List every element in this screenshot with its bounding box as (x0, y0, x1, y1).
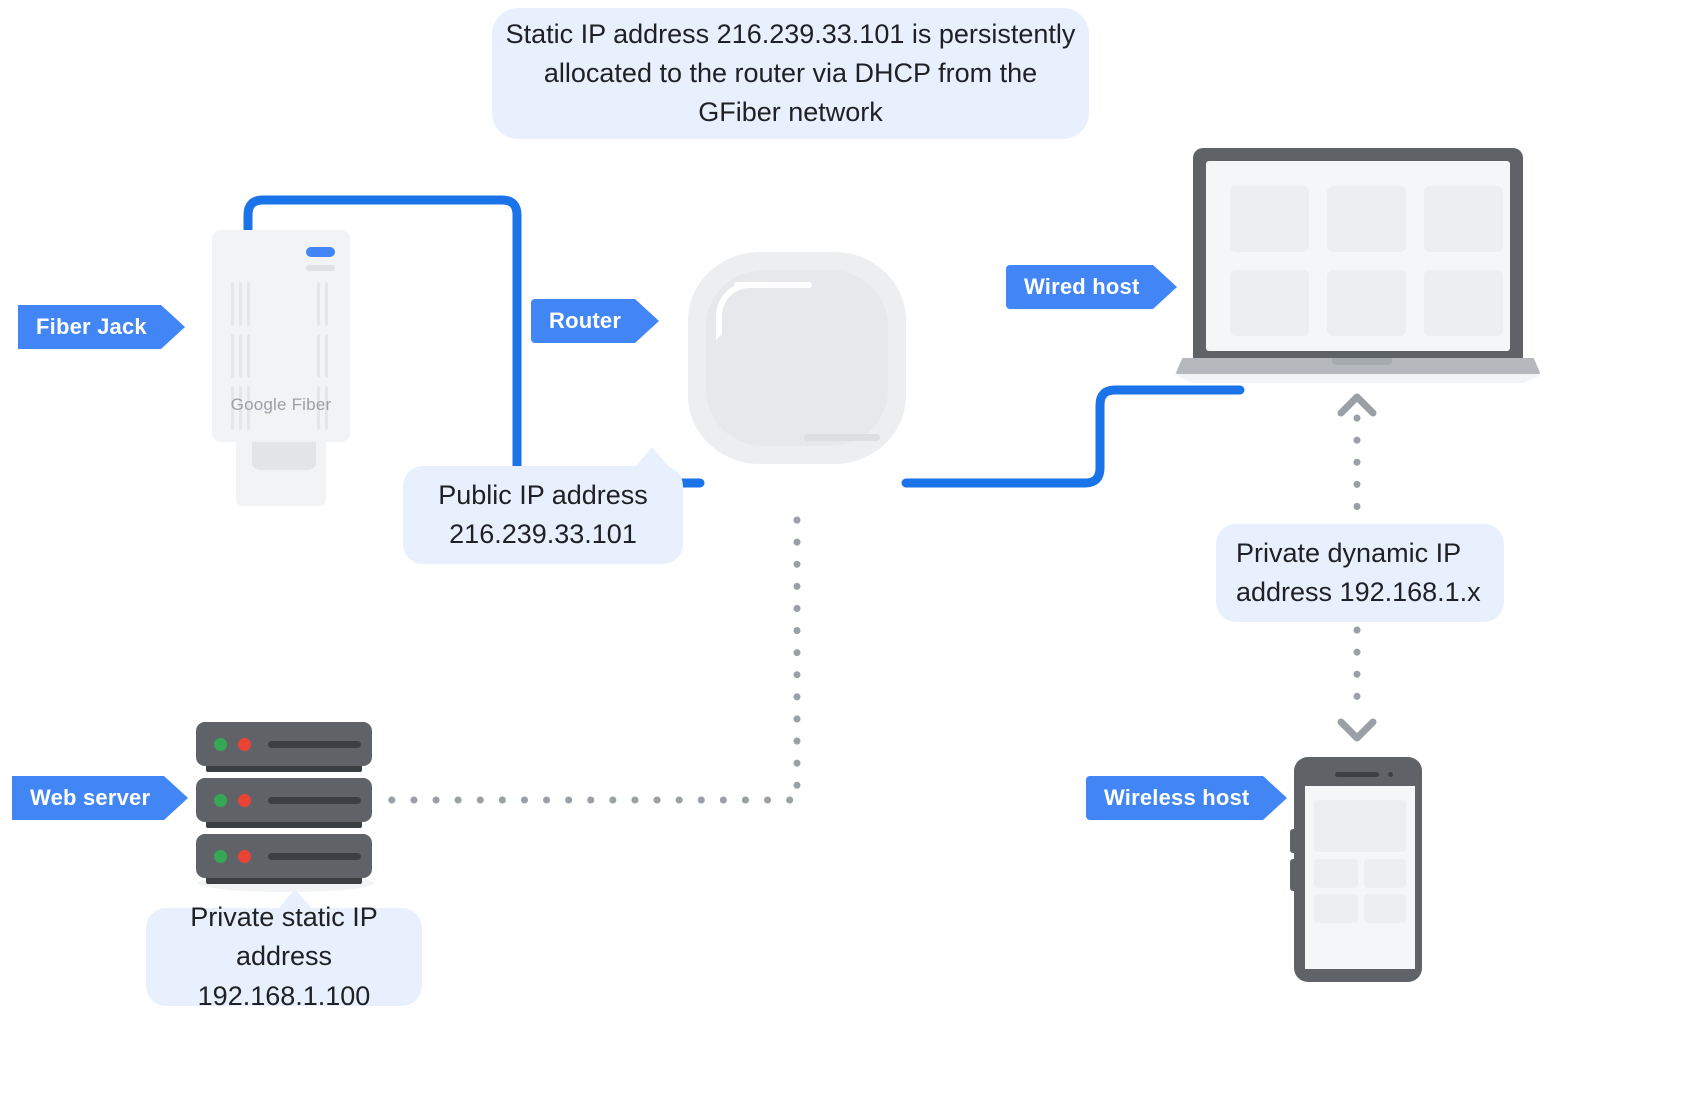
router-highlight (734, 282, 812, 288)
vent-line (247, 282, 250, 326)
tag-wired-host-label: Wired host (1024, 274, 1140, 299)
vent-line (317, 282, 320, 326)
static-ip-line-3: GFiber network (698, 97, 883, 128)
phone-device (1290, 757, 1422, 982)
private-static-ip-callout: Private static IP address 192.168.1.100 (146, 889, 422, 1011)
phone-volume-button (1290, 829, 1295, 853)
public-ip-callout: Public IP address 216.239.33.101 (403, 447, 683, 564)
laptop-shadow (1172, 374, 1544, 383)
vent-line (325, 282, 328, 326)
vent-line (231, 334, 234, 378)
phone-camera-icon (1388, 772, 1393, 777)
tag-wireless-host-label: Wireless host (1104, 785, 1250, 810)
screen-tile (1424, 186, 1503, 252)
fiber-jack-brand-label: Google Fiber (230, 395, 332, 414)
public-ip-line-2: 216.239.33.101 (449, 519, 637, 549)
fiber-jack-secondary-led (306, 265, 335, 271)
phone-tile (1314, 859, 1358, 888)
screen-tile (1230, 186, 1309, 252)
server-led-red (238, 850, 251, 863)
laptop-trackpad-notch (1332, 358, 1392, 365)
vent-line (325, 334, 328, 378)
server-led-green (214, 738, 227, 751)
vent-line (247, 334, 250, 378)
screen-tile (1424, 270, 1503, 336)
callout-tail (278, 889, 312, 909)
server-slot (268, 741, 361, 748)
router-base-strip (804, 434, 880, 441)
vent-line (239, 334, 242, 378)
vent-line (317, 334, 320, 378)
phone-tile (1314, 800, 1406, 852)
phone-speaker (1335, 772, 1379, 777)
callout-tail (635, 447, 669, 467)
arrow-down-icon (1337, 718, 1377, 742)
phone-tile (1314, 894, 1358, 923)
private-static-line-2: address 192.168.1.100 (197, 941, 371, 1011)
screen-tile (1327, 270, 1406, 336)
private-dynamic-ip-callout: Private dynamic IP address 192.168.1.x (1216, 524, 1504, 622)
screen-tile (1230, 270, 1309, 336)
laptop-device (1172, 148, 1544, 384)
server-led-red (238, 794, 251, 807)
static-ip-line-2: allocated to the router via DHCP from th… (543, 57, 1038, 88)
screen-tile (1327, 186, 1406, 252)
tag-fiber-jack[interactable]: Fiber Jack (18, 305, 185, 349)
private-dynamic-line-2: address 192.168.1.x (1236, 577, 1481, 607)
tag-router-label: Router (549, 308, 622, 333)
server-led-green (214, 794, 227, 807)
server-led-red (238, 738, 251, 751)
tag-wired-host[interactable]: Wired host (1006, 265, 1179, 309)
phone-tile (1364, 894, 1406, 923)
private-dynamic-line-1: Private dynamic IP (1236, 537, 1462, 568)
web-server-device (196, 722, 376, 894)
diagram-canvas: Google Fiber Fiber Jack Router Wired hos… (0, 0, 1682, 1097)
server-slot (268, 853, 361, 860)
phone-tile (1364, 859, 1406, 888)
fiber-jack-device: Google Fiber (212, 230, 362, 520)
fiber-jack-body: Google Fiber (212, 230, 350, 442)
arrow-up-icon (1337, 393, 1377, 417)
cable-router-to-laptop (901, 385, 1245, 488)
vent-line (231, 282, 234, 326)
tag-web-server-label: Web server (30, 785, 151, 810)
tag-router[interactable]: Router (531, 299, 660, 343)
server-slot (268, 797, 361, 804)
static-ip-line-1: Static IP address 216.239.33.101 is pers… (505, 18, 1076, 49)
tag-fiber-jack-label: Fiber Jack (36, 314, 147, 339)
static-ip-callout: Static IP address 216.239.33.101 is pers… (492, 8, 1089, 139)
server-led-green (214, 850, 227, 863)
tag-web-server[interactable]: Web server (12, 776, 189, 820)
vent-line (239, 282, 242, 326)
fiber-jack-status-led (306, 247, 335, 257)
public-ip-line-1: Public IP address (438, 479, 648, 510)
phone-power-button (1290, 859, 1295, 891)
tag-wireless-host[interactable]: Wireless host (1086, 776, 1288, 820)
router-device (688, 252, 906, 464)
